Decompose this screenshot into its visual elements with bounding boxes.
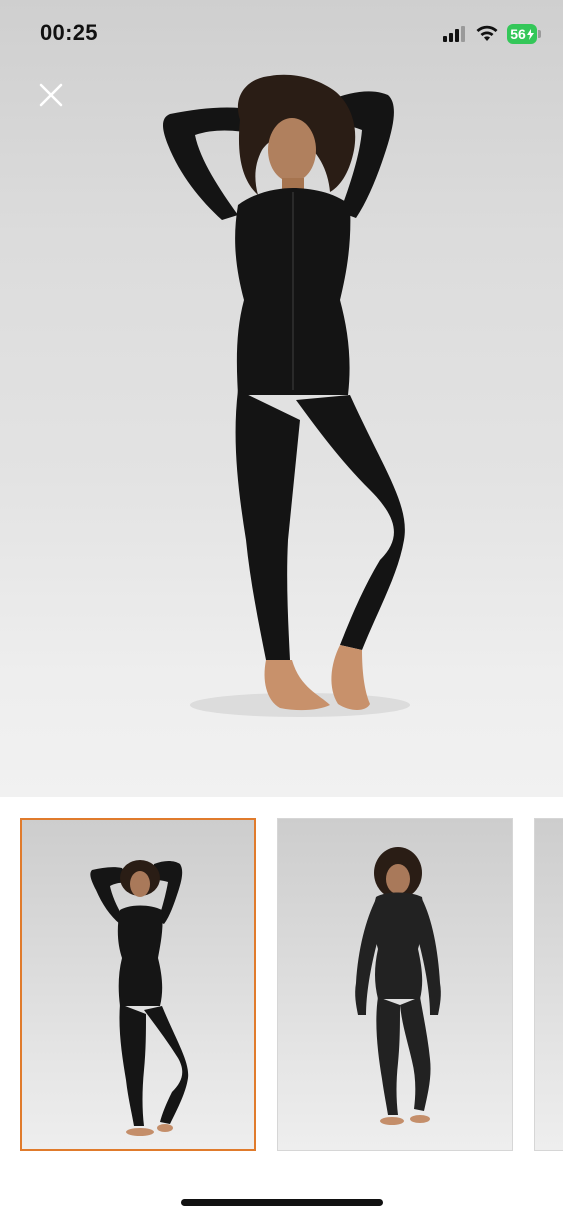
status-time: 00:25: [40, 20, 98, 45]
status-icons: 56: [443, 22, 541, 46]
cellular-signal-icon: [443, 26, 465, 42]
model-photo: [163, 74, 410, 717]
thumbnail-strip[interactable]: [0, 797, 563, 1177]
thumbnail-3-partial[interactable]: [534, 818, 563, 1151]
thumbnail-2[interactable]: [277, 818, 513, 1151]
battery-cap: [538, 30, 541, 38]
thumbnail-image: [355, 847, 441, 1125]
charging-bolt-icon: [526, 28, 534, 40]
battery-body: 56: [507, 24, 537, 44]
product-image-main[interactable]: [0, 0, 563, 797]
thumbnail-image: [90, 860, 189, 1136]
battery-level: 56: [510, 26, 526, 42]
thumbnail-1-selected[interactable]: [20, 818, 256, 1151]
home-indicator[interactable]: [181, 1199, 383, 1206]
close-button[interactable]: [34, 78, 68, 112]
wifi-icon: [476, 25, 498, 41]
battery-indicator: 56: [507, 24, 541, 44]
close-icon[interactable]: [34, 78, 68, 112]
